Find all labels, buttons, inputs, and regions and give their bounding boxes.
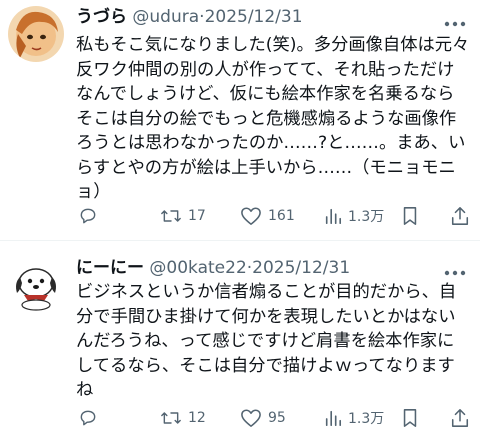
tweet-text: 私もそこ気になりました(笑)。多分画像自体は元々反ワク仲間の別の人が作ってて、そ… (76, 35, 470, 202)
avatar[interactable] (8, 257, 64, 313)
action-bar: 12 95 1.3万 (66, 406, 476, 430)
retweet-icon (160, 408, 182, 428)
handle[interactable]: @00kate22 (149, 258, 246, 278)
like-icon (240, 408, 262, 428)
bookmark-icon (401, 206, 419, 226)
views-count: 1.3万 (348, 411, 385, 427)
more-icon[interactable] (444, 14, 466, 27)
views-count: 1.3万 (348, 209, 385, 225)
retweet-button[interactable]: 17 (160, 204, 206, 228)
tweet-header: うづら @udura·2025/12/31 (76, 6, 303, 28)
tweet-text: ビジネスというか信者煽ることが目的だから、自分で手間ひま掛けて何かを表現したいと… (76, 282, 457, 400)
tweet: うづら @udura·2025/12/31 私もそこ気になりました(笑)。多分画… (0, 0, 480, 238)
like-button[interactable]: 95 (240, 406, 286, 430)
timestamp[interactable]: 2025/12/31 (205, 7, 303, 27)
retweet-icon (160, 206, 182, 226)
display-name[interactable]: うづら (76, 7, 127, 27)
reply-icon (78, 206, 98, 226)
display-name[interactable]: にーにー (76, 258, 144, 278)
tweet: にーにー @00kate22·2025/12/31 ビジネスというか信者煽ること… (0, 241, 480, 438)
like-button[interactable]: 161 (240, 204, 295, 228)
action-bar: 17 161 1.3万 (66, 204, 476, 228)
views-icon (324, 207, 342, 225)
like-count: 161 (268, 208, 295, 224)
views-button[interactable]: 1.3万 (324, 406, 384, 430)
handle[interactable]: @udura (132, 7, 199, 27)
tweet-header: にーにー @00kate22·2025/12/31 (76, 257, 350, 279)
retweet-button[interactable]: 12 (160, 406, 206, 430)
share-icon (450, 206, 470, 226)
share-icon (450, 408, 470, 428)
retweet-count: 12 (188, 410, 206, 426)
bookmark-button[interactable] (401, 406, 419, 430)
bookmark-button[interactable] (401, 204, 419, 228)
more-icon[interactable] (444, 263, 466, 276)
reply-button[interactable] (78, 406, 104, 430)
like-count: 95 (268, 410, 286, 426)
views-icon (324, 409, 342, 427)
reply-button[interactable] (78, 204, 104, 228)
views-button[interactable]: 1.3万 (324, 204, 384, 228)
share-button[interactable] (450, 406, 470, 430)
reply-icon (78, 408, 98, 428)
retweet-count: 17 (188, 208, 206, 224)
share-button[interactable] (450, 204, 470, 228)
bookmark-icon (401, 408, 419, 428)
avatar[interactable] (8, 6, 64, 62)
like-icon (240, 206, 262, 226)
timestamp[interactable]: 2025/12/31 (252, 258, 350, 278)
